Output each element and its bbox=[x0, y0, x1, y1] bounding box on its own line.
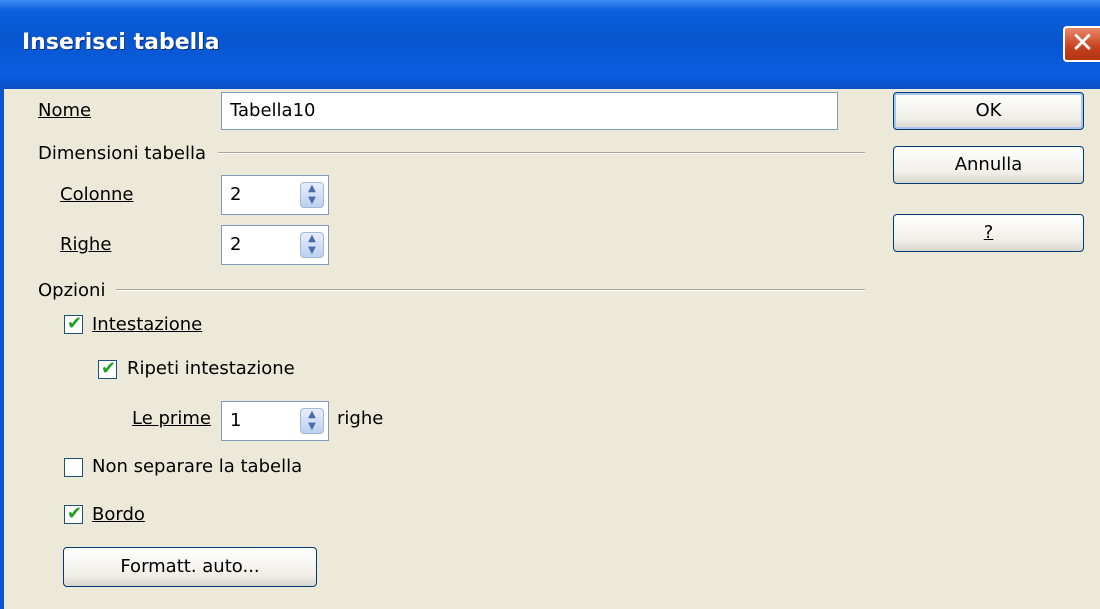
window-left-border bbox=[0, 89, 4, 609]
checkmark-icon: ✔ bbox=[101, 358, 117, 379]
spin-arrows-icon[interactable]: ▲ ▼ bbox=[300, 408, 324, 434]
first-rows-value: 1 bbox=[230, 410, 242, 431]
name-input[interactable]: Tabella10 bbox=[221, 92, 838, 130]
help-button-label: ? bbox=[983, 222, 994, 243]
header-label: Intestazione bbox=[92, 314, 203, 335]
rows-label: Righe bbox=[60, 234, 112, 255]
ok-button[interactable]: OK bbox=[893, 92, 1084, 130]
columns-label: Colonne bbox=[60, 184, 134, 205]
name-label: Nome bbox=[38, 100, 91, 121]
checkmark-icon: ✔ bbox=[67, 313, 83, 334]
options-heading: Opzioni bbox=[38, 280, 106, 301]
insert-table-dialog: Inserisci tabella ✕ Nome Tabella10 Dimen… bbox=[0, 0, 1100, 609]
dimensions-heading: Dimensioni tabella bbox=[38, 143, 207, 164]
repeat-header-checkbox[interactable]: ✔ bbox=[98, 358, 117, 379]
name-label-text: Nome bbox=[38, 100, 92, 121]
no-split-label: Non separare la tabella bbox=[92, 456, 303, 477]
autoformat-button[interactable]: Formatt. auto... bbox=[63, 547, 317, 587]
title-bar[interactable]: Inserisci tabella ✕ bbox=[0, 0, 1100, 89]
dimensions-separator bbox=[218, 152, 865, 154]
header-checkbox[interactable]: ✔ bbox=[64, 313, 83, 334]
checkmark-icon: ✔ bbox=[67, 503, 83, 524]
spin-arrows-icon[interactable]: ▲ ▼ bbox=[300, 232, 324, 258]
cancel-button[interactable]: Annulla bbox=[893, 146, 1084, 184]
border-label: Bordo bbox=[92, 504, 145, 525]
rows-spinbox[interactable]: 2 ▲ ▼ bbox=[221, 225, 329, 265]
no-split-checkbox[interactable] bbox=[64, 458, 83, 477]
spin-arrows-icon[interactable]: ▲ ▼ bbox=[300, 182, 324, 208]
close-button[interactable]: ✕ bbox=[1063, 26, 1100, 62]
first-rows-spinbox[interactable]: 1 ▲ ▼ bbox=[221, 401, 329, 441]
border-checkbox[interactable]: ✔ bbox=[64, 503, 83, 524]
first-rows-suffix: righe bbox=[337, 408, 384, 429]
columns-spinbox[interactable]: 2 ▲ ▼ bbox=[221, 175, 329, 215]
columns-value: 2 bbox=[230, 184, 242, 205]
repeat-header-label: Ripeti intestazione bbox=[127, 358, 295, 379]
help-button[interactable]: ? bbox=[893, 214, 1084, 252]
first-rows-label: Le prime bbox=[132, 408, 211, 429]
close-icon: ✕ bbox=[1070, 26, 1095, 59]
options-separator bbox=[116, 289, 865, 291]
rows-value: 2 bbox=[230, 234, 242, 255]
window-title: Inserisci tabella bbox=[22, 30, 220, 55]
